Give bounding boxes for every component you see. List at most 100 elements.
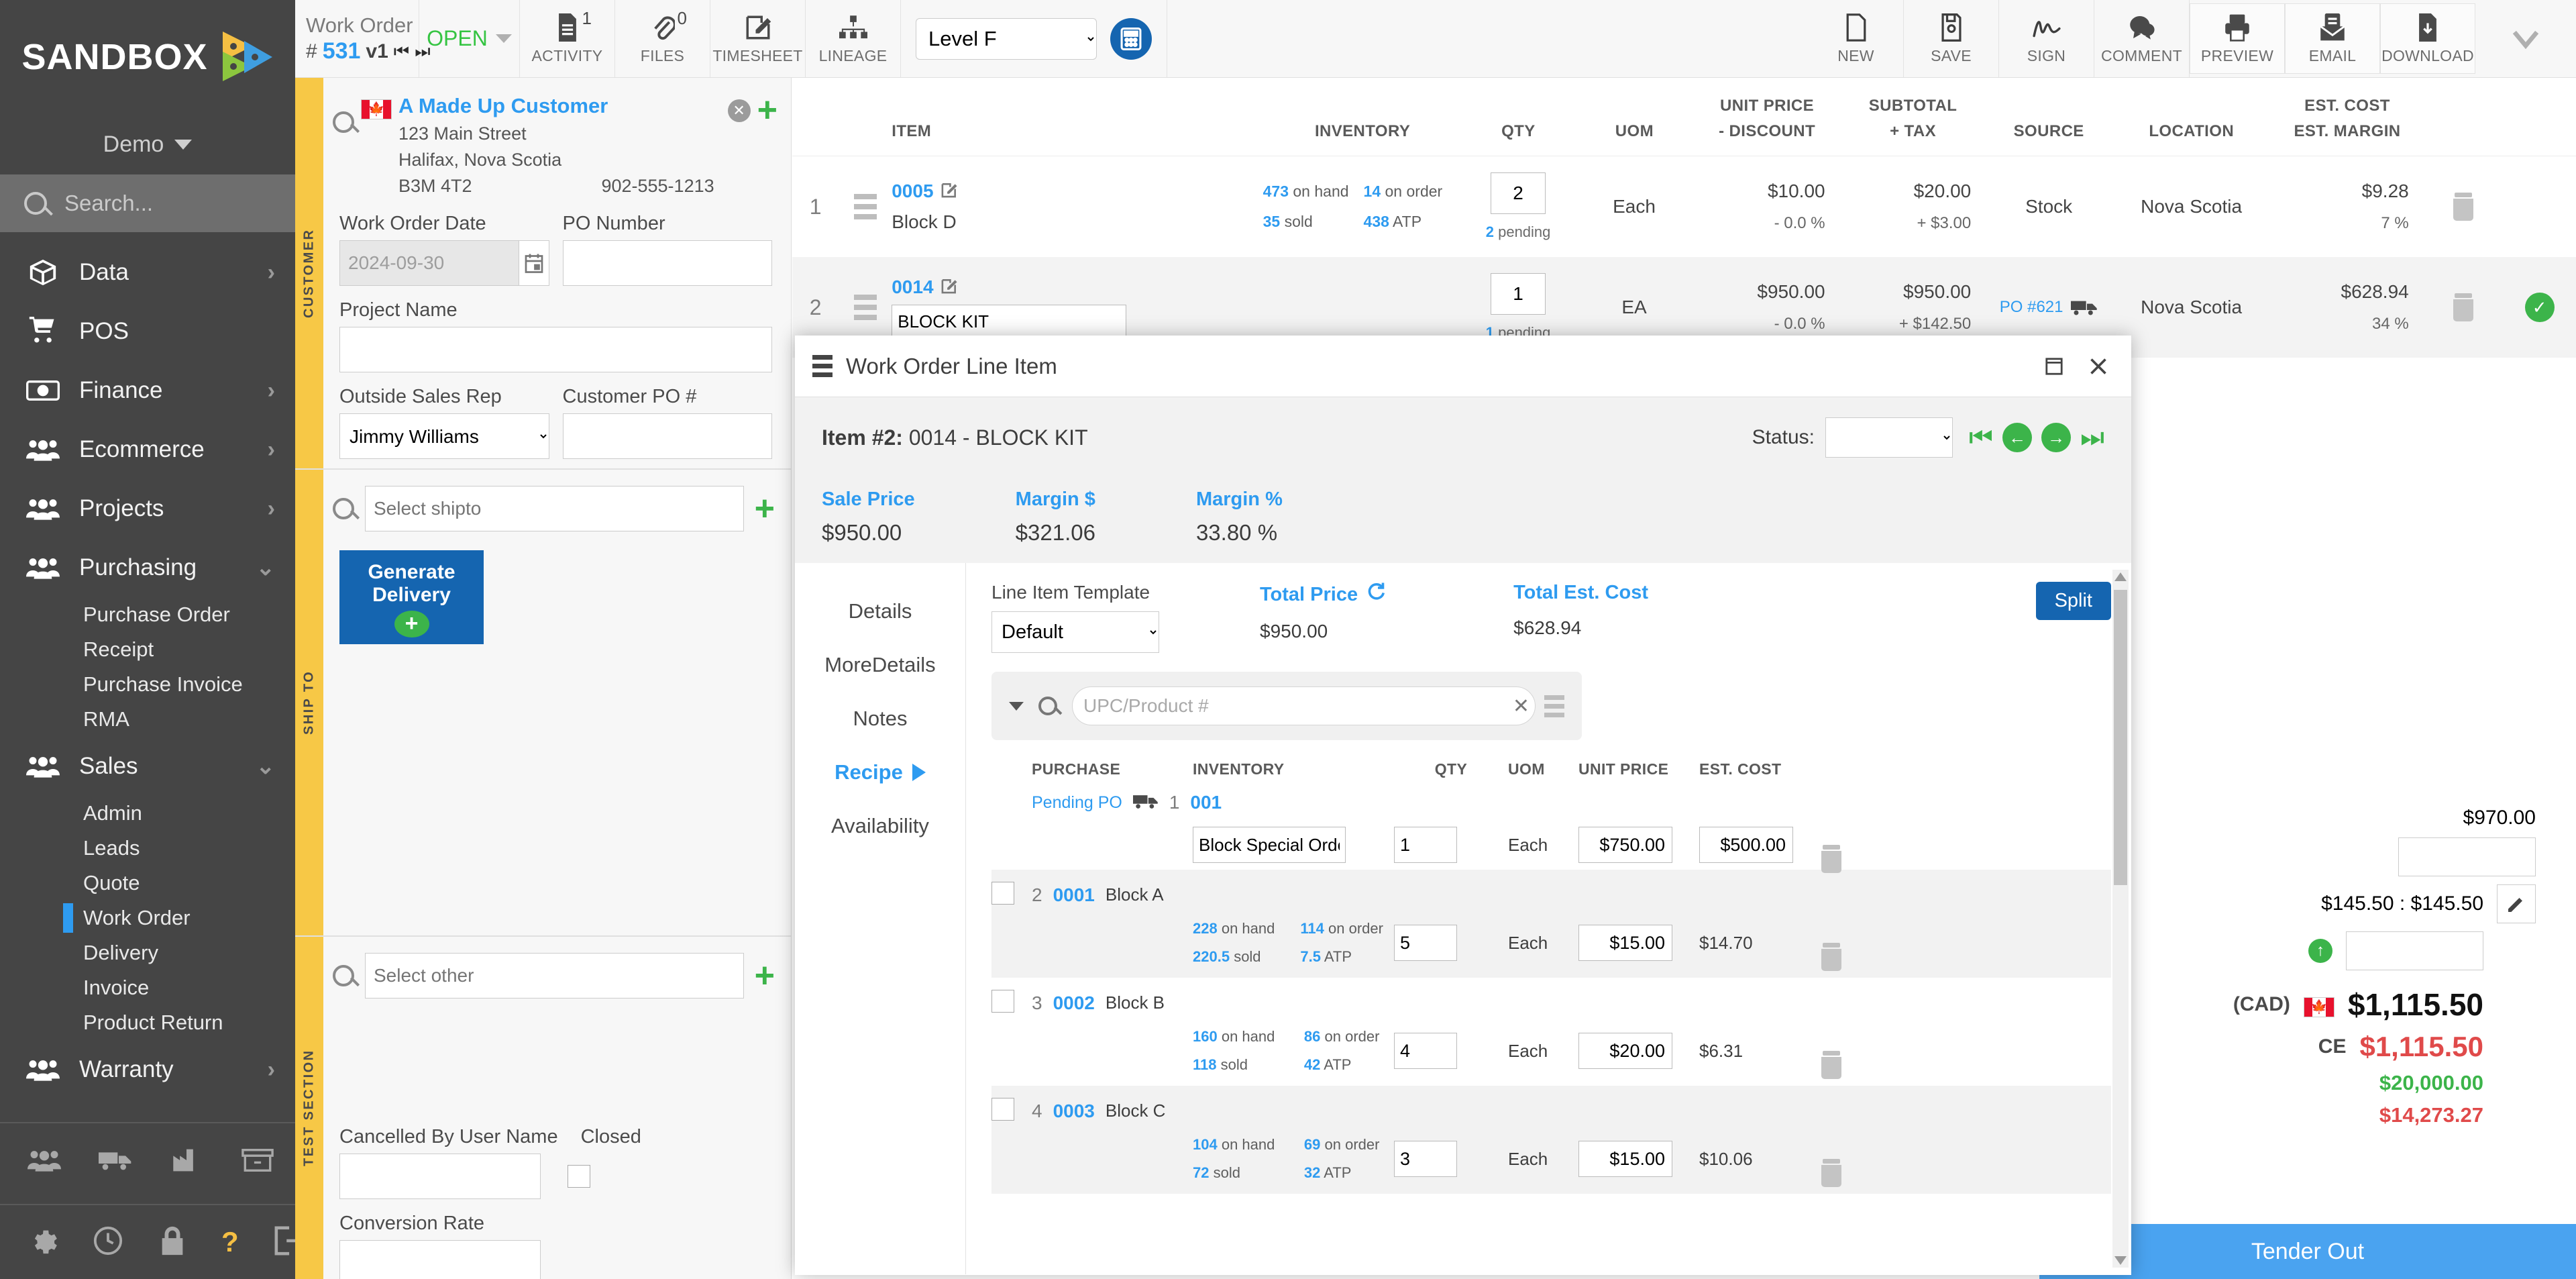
recipe-row[interactable]: Each xyxy=(991,820,2111,870)
toolbar-more-button[interactable] xyxy=(2475,0,2576,77)
scrollbar-thumb[interactable] xyxy=(2114,590,2127,885)
prev-record-icon[interactable]: ⏮ xyxy=(394,41,409,62)
sidebar-item-pos[interactable]: POS xyxy=(0,302,295,361)
project-name-input[interactable] xyxy=(339,327,772,373)
totals-input-2[interactable] xyxy=(2346,931,2483,970)
modal-scrollbar[interactable] xyxy=(2112,570,2129,1268)
tab-details[interactable]: Details xyxy=(795,584,965,638)
closed-checkbox[interactable] xyxy=(568,1165,590,1188)
qty-input[interactable] xyxy=(1491,172,1546,214)
clear-search-icon[interactable]: ✕ xyxy=(1513,695,1529,718)
tab-recipe[interactable]: Recipe xyxy=(795,746,965,799)
lineage-button[interactable]: LINEAGE xyxy=(806,0,901,77)
help-icon[interactable]: ? xyxy=(221,1226,239,1258)
scroll-up-icon[interactable] xyxy=(2114,572,2127,581)
sidebar-subitem-rma[interactable]: RMA xyxy=(0,702,295,737)
archive-box-icon[interactable] xyxy=(240,1145,275,1176)
preview-button[interactable]: PREVIEW xyxy=(2190,3,2285,74)
sidebar-subitem-admin[interactable]: Admin xyxy=(0,796,295,831)
source-po-link[interactable]: PO #621 xyxy=(2000,298,2063,317)
new-button[interactable]: NEW xyxy=(1809,0,1904,77)
add-shipto-icon[interactable]: + xyxy=(755,491,775,527)
recipe-qty-input[interactable] xyxy=(1394,925,1457,961)
tab-moredetails[interactable]: MoreDetails xyxy=(795,638,965,692)
line-item-template-select[interactable]: Default xyxy=(991,611,1159,653)
email-button[interactable]: EMAIL xyxy=(2285,3,2380,74)
conversion-rate-input[interactable] xyxy=(339,1240,541,1279)
sign-button[interactable]: SIGN xyxy=(1999,0,2094,77)
sidebar-item-inventory[interactable]: Inventory › xyxy=(0,1099,295,1115)
sidebar-subitem-purchase-order[interactable]: Purchase Order xyxy=(0,597,295,632)
item-sku[interactable]: 0005 xyxy=(892,181,933,202)
recipe-row[interactable]: 2 0001 Block A 228 on hand 114 on order … xyxy=(991,870,2111,978)
activity-button[interactable]: 1 ACTIVITY xyxy=(520,0,615,77)
sidebar-item-sales[interactable]: Sales ⌄ xyxy=(0,737,295,796)
recipe-name-input[interactable] xyxy=(1193,827,1346,863)
tab-availability[interactable]: Availability xyxy=(795,799,965,853)
recipe-unit-price-input[interactable] xyxy=(1578,1033,1672,1069)
status-dropdown[interactable]: OPEN xyxy=(419,0,520,77)
recipe-sku[interactable]: 001 xyxy=(1190,792,1222,813)
outside-sales-rep-select[interactable]: Jimmy Williams xyxy=(339,413,549,460)
modal-menu-icon[interactable] xyxy=(812,355,833,377)
sidebar-subitem-product-return[interactable]: Product Return xyxy=(0,1005,295,1040)
shipto-search-icon[interactable] xyxy=(333,498,354,519)
recipe-unit-price-input[interactable] xyxy=(1578,1141,1672,1177)
table-row[interactable]: 1 0005 Block D 473 on hand 14 on order 3… xyxy=(792,156,2576,257)
timesheet-button[interactable]: TIMESHEET xyxy=(710,0,806,77)
customer-po-input[interactable] xyxy=(562,413,772,460)
clock-icon[interactable] xyxy=(93,1225,123,1260)
list-options-icon[interactable] xyxy=(1544,695,1564,717)
recipe-unit-price-input[interactable] xyxy=(1578,925,1672,961)
po-number-input[interactable] xyxy=(562,240,772,287)
apply-up-icon[interactable]: ↑ xyxy=(2308,939,2332,963)
download-button[interactable]: DOWNLOAD xyxy=(2380,3,2475,74)
prev-record-icon[interactable]: ← xyxy=(2002,423,2032,452)
scroll-down-icon[interactable] xyxy=(2114,1256,2127,1265)
recipe-row[interactable]: 3 0002 Block B 160 on hand 86 on order 1… xyxy=(991,978,2111,1086)
sidebar-item-data[interactable]: Data › xyxy=(0,243,295,302)
recipe-est-cost-input[interactable] xyxy=(1699,827,1793,863)
drag-handle-icon[interactable] xyxy=(853,194,877,219)
recipe-qty-input[interactable] xyxy=(1394,1141,1457,1177)
sidebar-subitem-purchase-invoice[interactable]: Purchase Invoice xyxy=(0,667,295,702)
tenant-switcher[interactable]: Demo xyxy=(0,114,295,174)
clear-customer-icon[interactable]: ✕ xyxy=(727,99,751,122)
totals-input-1[interactable] xyxy=(2398,837,2536,876)
recipe-row[interactable]: 4 0003 Block C 104 on hand 69 on order 7… xyxy=(991,1086,2111,1194)
item-name-input[interactable] xyxy=(892,305,1127,338)
recipe-sku[interactable]: 0002 xyxy=(1053,992,1095,1014)
other-search-icon[interactable] xyxy=(333,965,354,986)
gear-icon[interactable] xyxy=(27,1225,58,1260)
delete-row-icon[interactable] xyxy=(2452,293,2475,321)
calculator-button[interactable] xyxy=(1110,17,1152,60)
edit-pencil-icon[interactable] xyxy=(2497,884,2536,923)
sidebar-item-ecommerce[interactable]: Ecommerce › xyxy=(0,420,295,479)
sidebar-item-purchasing[interactable]: Purchasing ⌄ xyxy=(0,538,295,597)
sidebar-item-warranty[interactable]: Warranty › xyxy=(0,1040,295,1099)
recipe-sku[interactable]: 0003 xyxy=(1053,1101,1095,1122)
generate-delivery-button[interactable]: Generate Delivery + xyxy=(339,550,484,644)
level-select[interactable]: Level F xyxy=(916,17,1097,60)
edit-item-icon[interactable] xyxy=(941,181,958,202)
recipe-row-checkbox[interactable] xyxy=(991,1098,1014,1121)
recipe-sku[interactable]: 0001 xyxy=(1053,884,1095,906)
cancelled-by-input[interactable] xyxy=(339,1154,541,1199)
refresh-icon[interactable] xyxy=(1366,582,1386,607)
save-button[interactable]: SAVE xyxy=(1904,0,1999,77)
sidebar-item-finance[interactable]: Finance › xyxy=(0,361,295,420)
collapse-caret-icon[interactable] xyxy=(1009,701,1024,711)
pending-po-link[interactable]: Pending PO xyxy=(1032,793,1122,813)
customers-icon[interactable] xyxy=(27,1145,62,1176)
recipe-row-checkbox[interactable] xyxy=(991,882,1014,905)
maximize-icon[interactable] xyxy=(2039,351,2070,382)
modal-status-select[interactable] xyxy=(1825,417,1953,458)
sidebar-subitem-quote[interactable]: Quote xyxy=(0,866,295,901)
factory-icon[interactable] xyxy=(169,1145,204,1176)
first-record-icon[interactable]: ⏮ xyxy=(1969,424,1993,451)
row-confirmed-icon[interactable]: ✓ xyxy=(2524,293,2555,322)
search-input[interactable] xyxy=(64,191,266,216)
qty-input[interactable] xyxy=(1491,273,1546,315)
shipto-select-input[interactable] xyxy=(365,486,744,531)
sidebar-subitem-invoice[interactable]: Invoice xyxy=(0,970,295,1005)
